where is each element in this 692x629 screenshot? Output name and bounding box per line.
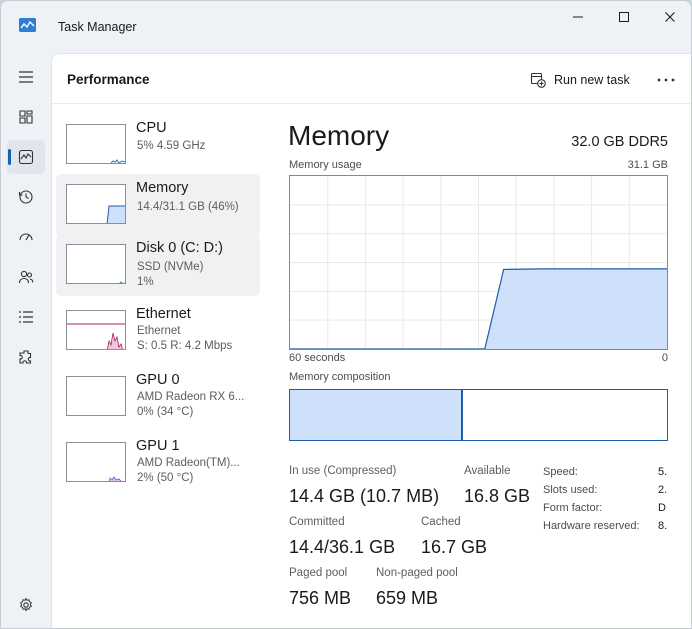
close-button[interactable] — [647, 1, 691, 33]
details-icon — [19, 311, 33, 323]
nav-performance[interactable] — [7, 140, 45, 174]
startup-apps-icon — [19, 233, 33, 241]
spec-value: 5. — [658, 466, 668, 478]
page-header: Performance Run new task — [52, 54, 691, 104]
device-stat: S: 0.5 R: 4.2 Mbps — [137, 340, 233, 352]
non-paged-pool-label: Non-paged pool — [376, 567, 458, 579]
device-ethernet[interactable]: Ethernet Ethernet S: 0.5 R: 4.2 Mbps — [56, 300, 260, 362]
spec-value: 2. — [658, 484, 668, 496]
gpu-0-thumbnail-graph — [66, 376, 126, 416]
device-stat: Ethernet — [137, 325, 181, 337]
device-stat: AMD Radeon(TM)... — [137, 457, 240, 469]
detail-title: Memory — [288, 120, 390, 151]
nav-users[interactable] — [7, 260, 45, 294]
device-name: CPU — [136, 120, 167, 136]
task-manager-app-icon — [19, 18, 36, 32]
nav-menu-button[interactable] — [7, 60, 45, 94]
paged-pool-label: Paged pool — [289, 567, 348, 579]
spec-label: Form factor: — [543, 502, 603, 514]
device-name: GPU 0 — [136, 372, 180, 388]
page-title: Performance — [67, 72, 150, 87]
device-memory[interactable]: Memory 14.4/31.1 GB (46%) — [56, 174, 260, 236]
window-title: Task Manager — [58, 20, 137, 34]
spec-label: Hardware reserved: — [543, 520, 640, 532]
cached-label: Cached — [421, 516, 461, 528]
memory-usage-graph — [289, 175, 668, 350]
more-options-icon — [657, 78, 675, 82]
graph-x-left-label: 60 seconds — [289, 352, 346, 364]
task-manager-window: Task Manager Performance Run new task CP… — [0, 0, 692, 629]
paged-pool-value: 756 MB — [289, 588, 352, 608]
more-options-button[interactable] — [652, 69, 680, 91]
maximize-icon — [619, 12, 629, 22]
minimize-button[interactable] — [555, 1, 601, 33]
close-icon — [665, 12, 675, 22]
graph-x-right-label: 0 — [661, 352, 668, 364]
device-stat: 0% (34 °C) — [137, 406, 194, 418]
spec-value: D — [658, 502, 666, 514]
settings-gear-icon — [20, 597, 32, 612]
nav-processes[interactable] — [7, 100, 45, 134]
spec-value: 8. — [658, 520, 668, 532]
committed-value: 14.4/36.1 GB — [289, 537, 396, 557]
nav-details[interactable] — [7, 300, 45, 334]
device-stat: 14.4/31.1 GB (46%) — [137, 201, 239, 213]
run-new-task-icon — [530, 72, 546, 88]
device-stat: AMD Radeon RX 6... — [137, 391, 245, 403]
minimize-icon — [573, 16, 583, 18]
device-cpu[interactable]: CPU 5% 4.59 GHz — [56, 114, 260, 176]
cpu-thumbnail-graph — [66, 124, 126, 164]
ethernet-thumbnail-graph — [66, 310, 126, 350]
device-name: GPU 1 — [136, 438, 180, 454]
device-disk-0[interactable]: Disk 0 (C: D:) SSD (NVMe) 1% — [56, 234, 260, 296]
memory-usage-max: 31.1 GB — [627, 159, 668, 171]
device-name: Disk 0 (C: D:) — [136, 240, 223, 256]
committed-label: Committed — [289, 516, 345, 528]
available-value: 16.8 GB — [464, 486, 531, 506]
spec-label: Slots used: — [543, 484, 598, 496]
device-stat: SSD (NVMe) — [137, 261, 204, 273]
memory-composition-bar — [289, 389, 668, 441]
processes-icon — [19, 110, 33, 124]
in-use-value: 14.4 GB (10.7 MB) — [289, 486, 440, 506]
available-label: Available — [464, 465, 511, 477]
device-name: Ethernet — [136, 306, 191, 322]
memory-usage-label: Memory usage — [289, 159, 362, 171]
nav-app-history[interactable] — [7, 180, 45, 214]
memory-spec: 32.0 GB DDR5 — [571, 134, 668, 150]
in-use-label: In use (Compressed) — [289, 465, 397, 477]
app-history-icon — [18, 190, 33, 204]
services-icon — [19, 350, 32, 364]
nav-settings[interactable] — [7, 588, 45, 622]
device-gpu-1[interactable]: GPU 1 AMD Radeon(TM)... 2% (50 °C) — [56, 432, 260, 494]
nav-services[interactable] — [7, 340, 45, 374]
performance-icon — [18, 149, 34, 165]
composition-in-use-segment — [290, 390, 464, 440]
maximize-button[interactable] — [601, 1, 647, 33]
device-name: Memory — [136, 180, 189, 196]
device-stat: 1% — [137, 276, 154, 288]
title-bar: Task Manager — [1, 1, 691, 53]
users-icon — [18, 270, 34, 284]
run-new-task-label: Run new task — [554, 73, 630, 87]
nav-active-indicator — [8, 149, 11, 165]
main-panel: Performance Run new task CPU 5% 4.59 GHz — [51, 53, 691, 628]
hamburger-menu-icon — [19, 71, 33, 83]
non-paged-pool-value: 659 MB — [376, 588, 439, 608]
memory-composition-label: Memory composition — [289, 371, 391, 383]
spec-label: Speed: — [543, 466, 578, 478]
nav-startup-apps[interactable] — [7, 220, 45, 254]
disk-thumbnail-graph — [66, 244, 126, 284]
cached-value: 16.7 GB — [421, 537, 488, 557]
memory-thumbnail-graph — [66, 184, 126, 224]
device-gpu-0[interactable]: GPU 0 AMD Radeon RX 6... 0% (34 °C) — [56, 366, 260, 428]
device-stat: 5% 4.59 GHz — [137, 140, 206, 152]
device-stat: 2% (50 °C) — [137, 472, 194, 484]
gpu-1-thumbnail-graph — [66, 442, 126, 482]
run-new-task-button[interactable]: Run new task — [530, 69, 630, 91]
